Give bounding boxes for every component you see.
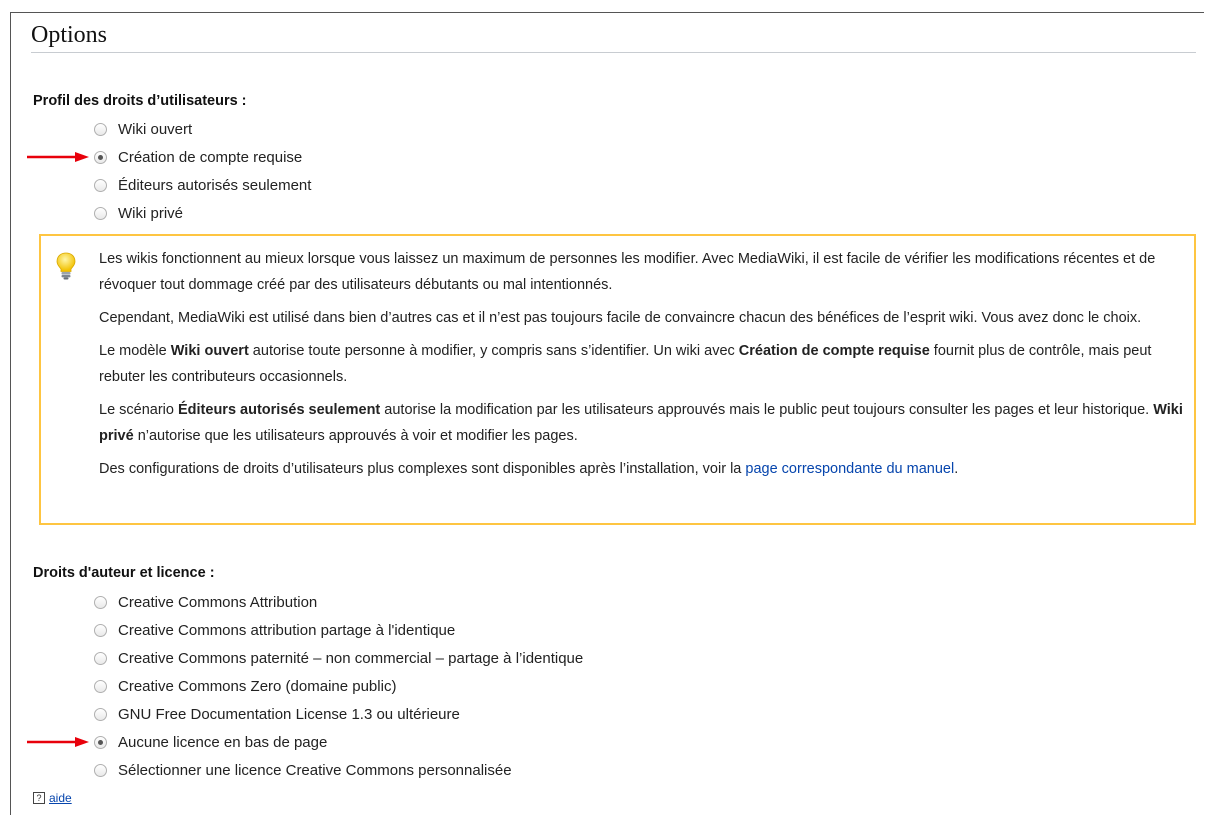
help-text-run: autorise la modification par les utilisa… xyxy=(380,402,1154,418)
manual-page-link[interactable]: page correspondante du manuel xyxy=(745,461,954,477)
radio-option-wiki-ouvert[interactable]: Wiki ouvert xyxy=(94,119,192,139)
license-label: Droits d'auteur et licence : xyxy=(33,565,215,581)
radio-button[interactable] xyxy=(94,595,107,609)
radio-button-checked[interactable] xyxy=(94,735,107,749)
page-title: Options xyxy=(31,20,1196,53)
radio-option-cc-by-nc-sa[interactable]: Creative Commons paternité – non commerc… xyxy=(94,648,583,668)
help-paragraph: Les wikis fonctionnent au mieux lorsque … xyxy=(99,251,1156,293)
help-text-run: n’autorise que les utilisateurs approuvé… xyxy=(133,428,578,444)
help-text-run: Le modèle xyxy=(99,343,171,359)
radio-button[interactable] xyxy=(94,122,107,136)
radio-option-cc-zero[interactable]: Creative Commons Zero (domaine public) xyxy=(94,676,396,696)
help-paragraph: Le scénario Éditeurs autorisés seulement… xyxy=(99,397,1184,449)
radio-option-wiki-prive[interactable]: Wiki privé xyxy=(94,203,183,223)
help-paragraph: Cependant, MediaWiki est utilisé dans bi… xyxy=(99,310,1142,326)
red-arrow-icon xyxy=(27,737,89,747)
radio-label: Creative Commons Zero (domaine public) xyxy=(118,677,397,695)
help-bold-editeurs: Éditeurs autorisés seulement xyxy=(178,402,381,418)
radio-option-editeurs[interactable]: Éditeurs autorisés seulement xyxy=(94,175,311,195)
radio-option-cc-custom[interactable]: Sélectionner une licence Creative Common… xyxy=(94,760,512,780)
help-paragraph: Des configurations de droits d’utilisate… xyxy=(99,456,1184,482)
radio-label: Creative Commons paternité – non commerc… xyxy=(118,649,584,667)
help-link-area[interactable]: ? aide xyxy=(33,791,72,805)
help-text-run: Le scénario xyxy=(99,402,178,418)
lightbulb-icon xyxy=(56,252,76,280)
radio-label: Wiki privé xyxy=(118,204,184,222)
rights-help-box: Les wikis fonctionnent au mieux lorsque … xyxy=(39,234,1196,525)
help-text-run: . xyxy=(954,461,959,477)
radio-label: Creative Commons Attribution xyxy=(118,593,318,611)
radio-label: Aucune licence en bas de page xyxy=(118,733,328,751)
rights-profile-label: Profil des droits d’utilisateurs : xyxy=(33,93,247,109)
radio-button[interactable] xyxy=(94,679,107,693)
radio-button-checked[interactable] xyxy=(94,150,107,164)
help-text: Les wikis fonctionnent au mieux lorsque … xyxy=(99,246,1184,489)
radio-label: Wiki ouvert xyxy=(118,120,193,138)
help-text-run: autorise toute personne à modifier, y co… xyxy=(248,343,739,359)
radio-button[interactable] xyxy=(94,178,107,192)
help-bold-wiki-ouvert: Wiki ouvert xyxy=(170,343,249,359)
red-arrow-icon xyxy=(27,152,89,162)
radio-button[interactable] xyxy=(94,623,107,637)
help-text-run: Des configurations de droits d’utilisate… xyxy=(99,461,746,477)
radio-button[interactable] xyxy=(94,206,107,220)
radio-option-no-license[interactable]: Aucune licence en bas de page xyxy=(94,732,327,752)
help-paragraph: Le modèle Wiki ouvert autorise toute per… xyxy=(99,338,1184,390)
help-link[interactable]: aide xyxy=(49,791,72,805)
radio-option-cc-by[interactable]: Creative Commons Attribution xyxy=(94,592,317,612)
radio-button[interactable] xyxy=(94,763,107,777)
radio-option-creation-compte[interactable]: Création de compte requise xyxy=(94,147,302,167)
radio-label: GNU Free Documentation License 1.3 ou ul… xyxy=(118,705,460,723)
help-bold-creation-compte: Création de compte requise xyxy=(738,343,930,359)
radio-option-gfdl[interactable]: GNU Free Documentation License 1.3 ou ul… xyxy=(94,704,460,724)
radio-label: Éditeurs autorisés seulement xyxy=(118,176,312,194)
radio-button[interactable] xyxy=(94,707,107,721)
help-question-icon[interactable]: ? xyxy=(33,792,45,804)
radio-label: Création de compte requise xyxy=(118,148,303,166)
radio-label: Sélectionner une licence Creative Common… xyxy=(118,761,512,779)
radio-option-cc-by-sa[interactable]: Creative Commons attribution partage à l… xyxy=(94,620,455,640)
radio-button[interactable] xyxy=(94,651,107,665)
radio-label: Creative Commons attribution partage à l… xyxy=(118,621,456,639)
